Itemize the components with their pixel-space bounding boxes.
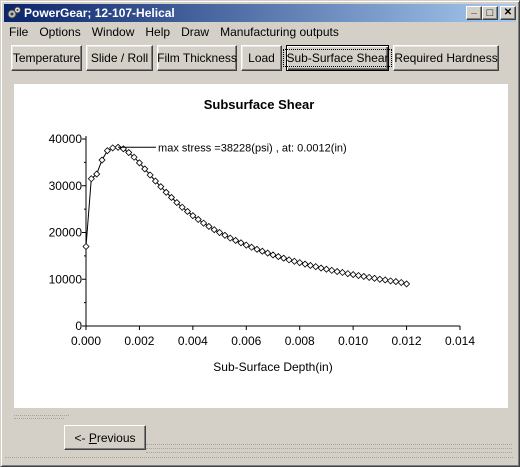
previous-prefix: <- bbox=[74, 430, 89, 445]
menu-help[interactable]: Help bbox=[140, 25, 175, 39]
menu-bar: File Options Window Help Draw Manufactur… bbox=[4, 23, 516, 41]
data-point-marker bbox=[403, 280, 411, 288]
series-line bbox=[85, 146, 407, 285]
separator-line bbox=[5, 457, 513, 458]
data-point-marker bbox=[392, 278, 400, 286]
x-tick-label: 0.014 bbox=[445, 334, 475, 348]
data-point-marker bbox=[317, 264, 325, 272]
data-point-marker bbox=[301, 260, 309, 268]
data-point-marker bbox=[290, 257, 298, 265]
data-point-marker bbox=[199, 219, 208, 227]
y-tick-label: 20000 bbox=[49, 226, 83, 240]
data-point-marker bbox=[280, 254, 288, 262]
tab-label: Required Hardness bbox=[394, 51, 498, 65]
menu-draw[interactable]: Draw bbox=[176, 25, 214, 39]
maximize-button[interactable]: □ bbox=[482, 6, 498, 20]
tab-label: Temperature bbox=[12, 51, 81, 65]
data-point-marker bbox=[103, 147, 111, 155]
data-point-marker bbox=[376, 275, 384, 283]
data-point-marker bbox=[306, 261, 314, 270]
chart-panel: Subsurface Shear 0 10000 20000 30000 40000 0.… bbox=[14, 84, 508, 408]
separator-line bbox=[146, 448, 512, 449]
tab-label: Slide / Roll bbox=[90, 51, 149, 65]
data-point-marker bbox=[370, 274, 379, 282]
x-tick-label: 0.006 bbox=[231, 334, 261, 348]
x-tick-label: 0.002 bbox=[124, 334, 154, 348]
separator-line bbox=[14, 415, 69, 416]
chart-title: Subsurface Shear bbox=[204, 97, 315, 112]
separator-line bbox=[146, 452, 512, 453]
chart-series bbox=[82, 143, 411, 288]
y-tick-label: 30000 bbox=[49, 179, 83, 193]
data-point-marker bbox=[312, 263, 320, 271]
x-tick-label: 0.004 bbox=[178, 334, 208, 348]
data-point-marker bbox=[109, 144, 117, 152]
data-point-marker bbox=[285, 256, 293, 264]
tab-required-hardness[interactable]: Required Hardness bbox=[393, 45, 499, 71]
app-window: PowerGear; 12-107-Helical _ □ ✕ File Opt… bbox=[0, 0, 520, 467]
data-point-marker bbox=[397, 278, 405, 287]
chart-annotation: max stress =38228(psi) , at: 0.0012(in) bbox=[118, 142, 347, 154]
subsurface-shear-chart: Subsurface Shear 0 10000 20000 30000 40000 0.… bbox=[49, 97, 476, 374]
data-point-marker bbox=[344, 270, 352, 278]
menu-manufacturing-outputs[interactable]: Manufacturing outputs bbox=[215, 25, 344, 39]
result-tabs: Temperature Slide / Roll Film Thickness … bbox=[11, 45, 503, 71]
max-stress-annotation: max stress =38228(psi) , at: 0.0012(in) bbox=[158, 142, 347, 154]
tab-label: Load bbox=[248, 51, 275, 65]
data-point-marker bbox=[360, 272, 368, 281]
minimize-button[interactable]: _ bbox=[466, 4, 482, 20]
previous-label: revious bbox=[96, 430, 136, 445]
data-point-marker bbox=[216, 228, 224, 237]
menu-window[interactable]: Window bbox=[87, 25, 140, 39]
data-point-marker bbox=[205, 222, 213, 230]
tab-temperature[interactable]: Temperature bbox=[11, 45, 82, 71]
previous-button[interactable]: <- Previous bbox=[64, 425, 146, 450]
chart-axes: 0 10000 20000 30000 40000 0.000 0.002 0.004 0.00… bbox=[49, 132, 476, 348]
data-point-marker bbox=[296, 259, 304, 267]
menu-options[interactable]: Options bbox=[34, 25, 85, 39]
data-point-marker bbox=[365, 273, 373, 281]
data-point-marker bbox=[381, 276, 389, 284]
x-tick-label: 0.010 bbox=[338, 334, 368, 348]
gear-icon bbox=[7, 6, 21, 19]
close-icon: ✕ bbox=[503, 7, 513, 18]
previous-accelerator: P bbox=[88, 430, 97, 445]
tab-label: Film Thickness bbox=[157, 51, 237, 65]
data-point-marker bbox=[386, 277, 395, 285]
x-tick-label: 0.000 bbox=[71, 334, 101, 348]
tab-label: Sub-Surface Shear bbox=[283, 49, 392, 67]
data-point-marker bbox=[328, 266, 336, 274]
x-tick-label: 0.012 bbox=[392, 334, 422, 348]
data-point-marker bbox=[194, 215, 202, 223]
tab-sub-surface-shear[interactable]: Sub-Surface Shear bbox=[283, 45, 392, 71]
close-button[interactable]: ✕ bbox=[500, 6, 516, 20]
tab-load[interactable]: Load bbox=[241, 45, 282, 71]
data-point-marker bbox=[333, 267, 341, 276]
maximize-icon: □ bbox=[486, 6, 494, 19]
data-point-marker bbox=[221, 231, 229, 239]
data-point-marker bbox=[82, 242, 90, 251]
y-tick-label: 0 bbox=[75, 319, 82, 333]
data-point-marker bbox=[98, 156, 106, 164]
data-point-marker bbox=[322, 265, 330, 273]
data-point-marker bbox=[338, 268, 347, 277]
data-point-marker bbox=[274, 253, 282, 261]
title-bar[interactable]: PowerGear; 12-107-Helical _ □ ✕ bbox=[4, 4, 516, 22]
x-tick-label: 0.008 bbox=[285, 334, 315, 348]
y-tick-label: 40000 bbox=[49, 132, 83, 146]
x-axis-label: Sub-Surface Depth(in) bbox=[213, 360, 332, 374]
tab-slide-roll[interactable]: Slide / Roll bbox=[86, 45, 153, 71]
separator-line bbox=[146, 444, 512, 445]
minimize-icon: _ bbox=[471, 4, 477, 15]
data-point-marker bbox=[354, 271, 363, 280]
menu-file[interactable]: File bbox=[4, 25, 33, 39]
tab-film-thickness[interactable]: Film Thickness bbox=[157, 45, 237, 71]
data-point-marker bbox=[349, 271, 357, 279]
data-point-marker bbox=[210, 226, 218, 234]
separator-line bbox=[14, 418, 64, 419]
y-tick-label: 10000 bbox=[49, 272, 83, 286]
window-title: PowerGear; 12-107-Helical bbox=[24, 6, 175, 20]
